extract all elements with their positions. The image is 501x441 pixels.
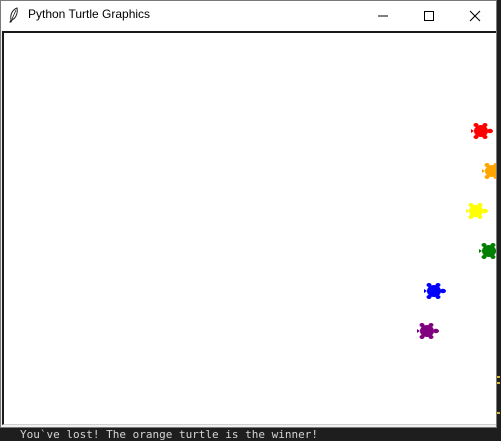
terminal-output: You`ve lost! The orange turtle is the wi… (20, 428, 319, 441)
turtle-yellow (466, 203, 488, 219)
close-button[interactable] (452, 1, 496, 31)
title-bar[interactable]: Python Turtle Graphics (1, 1, 496, 31)
window-title: Python Turtle Graphics (28, 7, 151, 21)
maximize-button[interactable] (406, 1, 452, 31)
turtle-red (471, 123, 493, 139)
turtle-orange (482, 163, 496, 179)
turtle-green (479, 243, 496, 259)
turtle-purple (417, 323, 439, 339)
close-icon (469, 10, 481, 22)
minimize-icon (378, 15, 388, 17)
turtle-window: Python Turtle Graphics (0, 0, 497, 428)
maximize-icon (424, 11, 434, 21)
terminal-scroll-marks (497, 376, 501, 416)
turtle-blue (424, 283, 446, 299)
turtle-canvas[interactable] (2, 31, 496, 425)
minimize-button[interactable] (360, 1, 406, 31)
feather-icon (9, 7, 18, 23)
